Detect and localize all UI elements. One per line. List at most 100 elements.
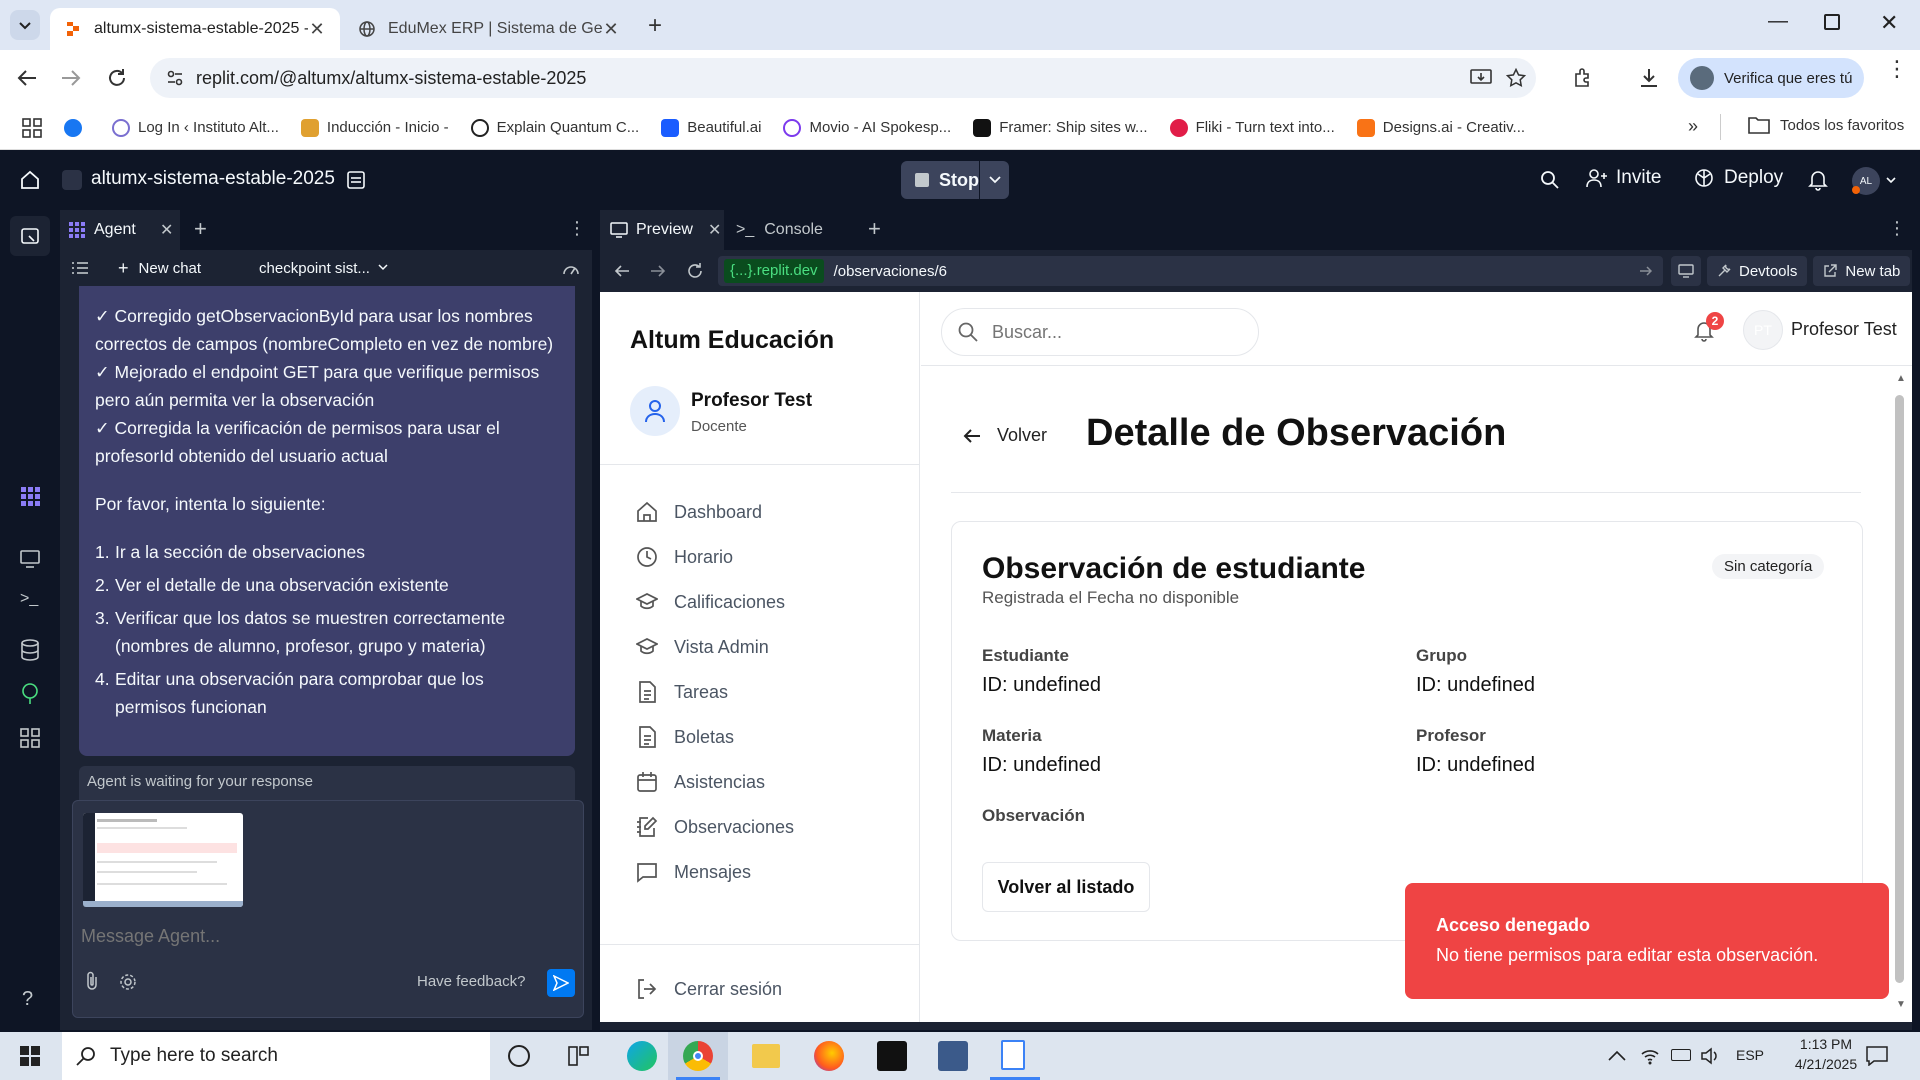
all-bookmarks-button[interactable]: Todos los favoritos [1748, 116, 1904, 134]
new-tab-preview-button[interactable]: New tab [1813, 256, 1911, 286]
panel-menu-icon[interactable]: ⋮ [1888, 218, 1906, 239]
deployments-icon[interactable] [18, 682, 42, 706]
preview-tab[interactable]: Preview ✕ [600, 210, 724, 250]
notepad-icon[interactable] [1001, 1040, 1025, 1070]
sidebar-item-dashboard[interactable]: Dashboard [636, 501, 762, 523]
database-icon[interactable] [18, 638, 42, 662]
cortana-icon[interactable] [508, 1045, 530, 1067]
bookmark-item[interactable]: Designs.ai - Creativ... [1356, 118, 1525, 137]
search-icon[interactable] [1540, 170, 1560, 190]
close-tab-icon[interactable]: ✕ [160, 220, 173, 240]
search-field[interactable] [941, 308, 1259, 356]
taskbar-search[interactable]: Type here to search [62, 1032, 490, 1080]
battery-icon[interactable] [1671, 1049, 1691, 1061]
language-indicator[interactable]: ESP [1736, 1047, 1764, 1063]
invite-button[interactable]: Invite [1586, 167, 1661, 189]
sidebar-item-vista-admin[interactable]: Vista Admin [636, 636, 769, 658]
app-icon[interactable] [938, 1041, 968, 1071]
repl-info-icon[interactable] [346, 170, 366, 190]
go-arrow-icon[interactable] [1639, 265, 1653, 277]
wifi-icon[interactable] [1640, 1046, 1660, 1066]
clock-date[interactable]: 4/21/2025 [1776, 1056, 1876, 1072]
app-icon[interactable] [877, 1041, 907, 1071]
message-input[interactable] [81, 921, 561, 951]
close-tab-icon[interactable]: ✕ [708, 220, 721, 240]
bookmark-item[interactable]: Fliki - Turn text into... [1169, 118, 1335, 137]
profile-button[interactable]: Verifica que eres tú [1678, 58, 1864, 98]
search-input[interactable] [992, 321, 1232, 343]
console-tab[interactable]: >_ Console [736, 210, 823, 250]
scrollbar-thumb[interactable] [1895, 395, 1904, 983]
back-button[interactable]: Volver [963, 425, 1047, 446]
history-list-icon[interactable] [72, 261, 88, 275]
sidebar-item-horario[interactable]: Horario [636, 546, 733, 568]
chevron-down-icon[interactable] [1886, 177, 1896, 185]
logout-button[interactable]: Cerrar sesión [636, 978, 782, 1000]
send-button[interactable] [547, 969, 575, 997]
site-info-icon[interactable] [166, 69, 184, 87]
checkpoint-selector[interactable]: checkpoint sist... [259, 260, 388, 277]
agent-tab[interactable]: Agent ✕ [60, 210, 180, 250]
browser-menu-icon[interactable]: ⋮ [1886, 58, 1908, 80]
new-chat-button[interactable]: + New chat [118, 258, 201, 279]
sidebar-item-boletas[interactable]: Boletas [636, 726, 734, 748]
maximize-window-button[interactable] [1824, 14, 1840, 30]
close-tab-icon[interactable]: ✕ [308, 19, 326, 40]
attached-screenshot-thumbnail[interactable] [83, 813, 243, 907]
scrollbar[interactable]: ▲ ▼ [1891, 367, 1907, 1022]
bookmark-item[interactable]: Explain Quantum C... [470, 118, 639, 137]
reload-icon[interactable] [686, 262, 704, 280]
all-tools-icon[interactable] [18, 726, 42, 750]
forward-arrow-icon[interactable] [650, 264, 666, 278]
bookmark-facebook[interactable] [64, 118, 90, 137]
bookmark-item[interactable]: Beautiful.ai [661, 118, 761, 137]
bookmark-star-icon[interactable] [1506, 68, 1526, 88]
bookmark-item[interactable]: Inducción - Inicio - [300, 118, 449, 137]
close-window-button[interactable]: ✕ [1880, 10, 1898, 36]
repl-name[interactable]: altumx-sistema-estable-2025 [91, 168, 335, 190]
reload-icon[interactable] [106, 67, 128, 89]
settings-icon[interactable] [119, 973, 137, 991]
sidebar-item-observaciones[interactable]: Observaciones [636, 816, 794, 838]
rail-file-tree-button[interactable] [10, 216, 50, 256]
devtools-button[interactable]: Devtools [1707, 256, 1808, 286]
chrome-taskbar-button[interactable] [668, 1032, 728, 1080]
apps-grid-icon[interactable] [22, 117, 42, 138]
forward-arrow-icon[interactable] [60, 68, 82, 88]
help-icon[interactable]: ? [22, 988, 33, 1011]
firefox-icon[interactable] [814, 1041, 844, 1071]
clock-time[interactable]: 1:13 PM [1786, 1036, 1866, 1052]
browser-tab-edumex[interactable]: EduMex ERP | Sistema de Gestión ✕ [344, 8, 634, 50]
stop-button[interactable]: Stop [901, 161, 1009, 199]
minimize-window-button[interactable]: — [1768, 10, 1788, 33]
bookmark-item[interactable]: Movio - AI Spokesp... [783, 118, 951, 137]
extensions-icon[interactable] [1572, 67, 1594, 89]
tab-search-button[interactable] [10, 10, 40, 40]
more-bookmarks-icon[interactable]: » [1688, 116, 1698, 137]
file-explorer-icon[interactable] [752, 1044, 780, 1068]
header-user-name[interactable]: Profesor Test [1791, 319, 1897, 340]
notifications-icon[interactable] [1866, 1046, 1888, 1066]
monitor-icon[interactable] [18, 547, 42, 571]
add-tab-button[interactable]: + [868, 216, 881, 242]
back-to-list-button[interactable]: Volver al listado [982, 862, 1150, 912]
chevron-down-icon[interactable] [989, 175, 1001, 185]
install-app-icon[interactable] [1470, 68, 1492, 88]
gauge-icon[interactable] [562, 260, 580, 276]
preview-address-field[interactable]: {...}.replit.dev /observaciones/6 [718, 256, 1663, 286]
bookmark-item[interactable]: Log In ‹ Instituto Alt... [112, 118, 279, 137]
close-tab-icon[interactable]: ✕ [602, 19, 620, 40]
sidebar-item-mensajes[interactable]: Mensajes [636, 861, 751, 883]
device-toggle-button[interactable] [1671, 256, 1701, 286]
feedback-link[interactable]: Have feedback? [417, 973, 525, 990]
volume-icon[interactable] [1700, 1046, 1720, 1066]
add-tab-button[interactable]: + [194, 216, 207, 242]
back-arrow-icon[interactable] [614, 264, 630, 278]
bookmark-item[interactable]: Framer: Ship sites w... [973, 118, 1148, 137]
downloads-icon[interactable] [1638, 67, 1660, 89]
task-view-icon[interactable] [568, 1046, 590, 1066]
new-tab-button[interactable]: + [648, 12, 662, 40]
agent-rail-icon[interactable] [18, 484, 42, 508]
windows-start-icon[interactable] [20, 1046, 40, 1066]
address-bar[interactable]: replit.com/@altumx/altumx-sistema-establ… [150, 58, 1536, 98]
